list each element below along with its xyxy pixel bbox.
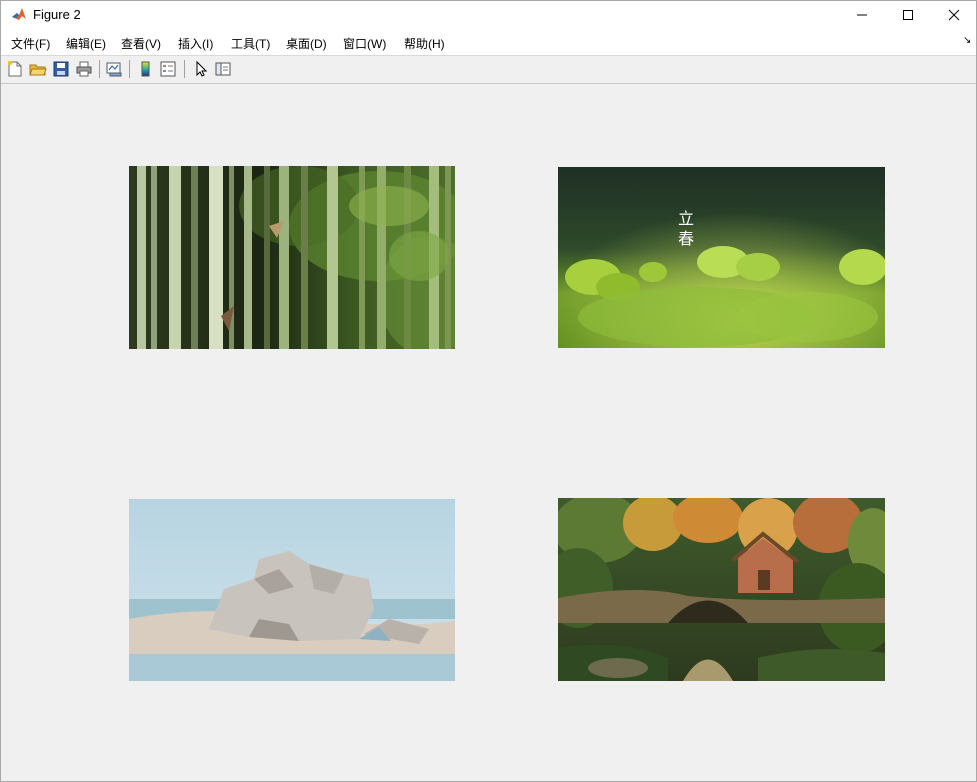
menu-view[interactable]: 查看(V) (121, 35, 161, 52)
close-icon (948, 9, 960, 21)
figure-window: Figure 2 文件(F) 编辑(E) 查看(V) 插入(I) 工具(T) 桌… (0, 0, 977, 782)
colorbar-icon[interactable] (137, 60, 155, 78)
property-editor-icon[interactable] (214, 60, 232, 78)
title-bar[interactable]: Figure 2 (1, 1, 976, 29)
menu-file[interactable]: 文件(F) (11, 35, 50, 52)
legend-icon[interactable] (159, 60, 177, 78)
bridge-cottage-image (558, 498, 885, 681)
menu-help[interactable]: 帮助(H) (404, 35, 445, 52)
figure-toolbar (1, 56, 976, 84)
toolbar-separator (99, 60, 100, 78)
bamboo-forest-image (129, 166, 455, 349)
new-figure-icon[interactable] (6, 60, 24, 78)
dock-arrow-icon[interactable]: ↘ (963, 35, 971, 46)
pointer-icon[interactable] (192, 60, 210, 78)
save-icon[interactable] (52, 60, 70, 78)
menu-desktop[interactable]: 桌面(D) (286, 35, 327, 52)
menu-tools[interactable]: 工具(T) (231, 35, 270, 52)
matlab-logo-icon (11, 6, 27, 22)
menu-bar: 文件(F) 编辑(E) 查看(V) 插入(I) 工具(T) 桌面(D) 窗口(W… (1, 29, 976, 56)
toolbar-separator (129, 60, 130, 78)
caption-char: 春 (677, 229, 694, 248)
maximize-icon (903, 10, 913, 20)
print-icon[interactable] (75, 60, 93, 78)
menu-edit[interactable]: 编辑(E) (66, 35, 106, 52)
minimize-icon (857, 14, 867, 16)
link-plot-icon[interactable] (105, 60, 123, 78)
close-button[interactable] (931, 1, 977, 29)
rock-scene-image (129, 499, 455, 681)
image-caption-text: 立 春 (671, 209, 701, 249)
figure-canvas[interactable]: 立 春 (1, 84, 976, 781)
open-file-icon[interactable] (29, 60, 47, 78)
spring-sprouts-image: 立 春 (558, 167, 885, 348)
menu-insert[interactable]: 插入(I) (178, 35, 213, 52)
menu-window[interactable]: 窗口(W) (343, 35, 386, 52)
maximize-button[interactable] (885, 1, 931, 29)
window-title: Figure 2 (33, 7, 81, 22)
minimize-button[interactable] (839, 1, 885, 29)
toolbar-separator (184, 60, 185, 78)
caption-char: 立 (677, 209, 694, 228)
